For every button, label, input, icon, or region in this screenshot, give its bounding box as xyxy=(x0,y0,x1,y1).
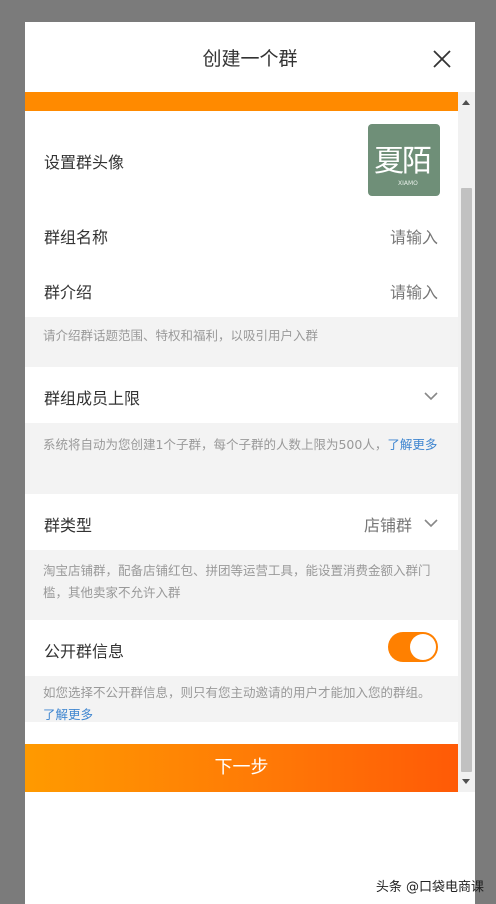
group-avatar[interactable]: 夏陌 XIAMO xyxy=(368,124,440,196)
public-info-hint-body: 如您选择不公开群信息，则只有您主动邀请的用户才能加入您的群组。了解更多 xyxy=(43,682,438,722)
member-limit-row[interactable]: 群组成员上限 xyxy=(25,367,458,423)
dialog-header: 创建一个群 xyxy=(25,22,475,92)
member-limit-hint: 系统将自动为您创建1个子群，每个子群的人数上限为500人，了解更多 xyxy=(25,423,458,494)
scrollbar-thumb[interactable] xyxy=(461,188,472,772)
group-type-hint: 淘宝店铺群，配备店铺红包、拼团等运营工具，能设置消费金额入群门槛，其他卖家不允许… xyxy=(25,550,458,620)
public-info-row[interactable]: 公开群信息 xyxy=(25,620,458,676)
learn-more-link[interactable]: 了解更多 xyxy=(43,707,93,722)
group-name-label: 群组名称 xyxy=(44,228,109,247)
avatar-image-subtext: XIAMO xyxy=(398,180,418,187)
learn-more-link[interactable]: 了解更多 xyxy=(387,437,437,452)
form-scroll-area[interactable]: 设置群头像 夏陌 XIAMO 群组名称 请输入 群介绍 请输入 请介绍群话题范围… xyxy=(25,92,458,722)
group-intro-label: 群介绍 xyxy=(44,283,93,302)
toggle-knob xyxy=(410,634,436,660)
group-type-row[interactable]: 群类型 店铺群 xyxy=(25,494,458,550)
group-name-input[interactable]: 请输入 xyxy=(390,224,438,248)
group-intro-hint-text: 请介绍群话题范围、特权和福利，以吸引用户入群 xyxy=(43,328,319,343)
scroll-down-arrow-icon[interactable] xyxy=(462,779,470,784)
close-icon[interactable] xyxy=(431,48,453,70)
chevron-down-icon[interactable] xyxy=(424,516,438,530)
group-intro-hint: 请介绍群话题范围、特权和福利，以吸引用户入群 xyxy=(25,317,458,367)
public-info-hint: 如您选择不公开群信息，则只有您主动邀请的用户才能加入您的群组。了解更多 xyxy=(25,676,458,722)
scrollbar[interactable] xyxy=(458,92,475,792)
next-step-button[interactable]: 下一步 xyxy=(25,744,458,792)
scroll-up-arrow-icon[interactable] xyxy=(462,100,470,105)
avatar-image-text: 夏陌 xyxy=(374,144,432,179)
group-type-label: 群类型 xyxy=(44,516,93,535)
member-limit-hint-body: 系统将自动为您创建1个子群，每个子群的人数上限为500人，了解更多 xyxy=(43,434,438,456)
dialog-title: 创建一个群 xyxy=(202,48,298,70)
group-intro-input[interactable]: 请输入 xyxy=(390,279,438,303)
public-info-hint-text: 如您选择不公开群信息，则只有您主动邀请的用户才能加入您的群组。 xyxy=(43,685,431,700)
group-type-hint-text: 淘宝店铺群，配备店铺红包、拼团等运营工具，能设置消费金额入群门槛，其他卖家不允许… xyxy=(43,563,431,600)
public-info-label: 公开群信息 xyxy=(44,642,125,661)
avatar-label: 设置群头像 xyxy=(44,153,125,172)
create-group-dialog: 创建一个群 设置群头像 夏陌 XIAMO 群组名称 请输入 群介绍 请输入 请介… xyxy=(25,22,475,904)
member-limit-hint-text: 系统将自动为您创建1个子群，每个子群的人数上限为500人， xyxy=(43,437,388,452)
group-intro-row[interactable]: 群介绍 请输入 xyxy=(25,262,458,317)
member-limit-label: 群组成员上限 xyxy=(44,389,141,408)
orange-banner xyxy=(25,92,458,111)
group-name-row[interactable]: 群组名称 请输入 xyxy=(25,207,458,263)
chevron-down-icon[interactable] xyxy=(424,389,438,403)
group-type-value[interactable]: 店铺群 xyxy=(364,512,412,536)
watermark: 头条 @口袋电商课 xyxy=(375,880,484,895)
avatar-row[interactable]: 设置群头像 夏陌 XIAMO xyxy=(25,111,458,208)
public-info-toggle[interactable] xyxy=(388,632,438,662)
